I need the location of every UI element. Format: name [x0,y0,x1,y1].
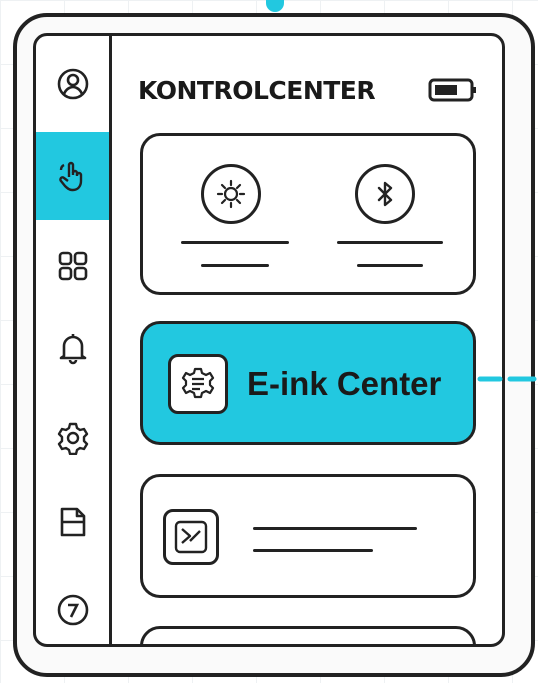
hand-pointer-icon [58,161,82,192]
help-circle-icon [57,594,88,626]
header: KONTROLCENTER [138,70,478,110]
row3-subtitle-line [253,549,373,552]
quick-toggles-card [140,133,476,295]
terminal-icon [174,520,208,554]
sidebar-item-apps[interactable] [36,236,109,296]
bluetooth-toggle[interactable] [355,164,415,224]
brightness-sublabel-line [201,264,269,267]
eink-settings-icon [181,367,215,399]
sidebar-item-help[interactable] [36,580,109,640]
eink-center-label: E-ink Center [247,365,442,402]
fourth-row-card[interactable] [140,626,476,644]
bluetooth-sublabel-line [357,264,423,267]
bell-icon [59,334,86,365]
screen: KONTROLCENTER E-ink Center [33,33,505,647]
sidebar-item-settings[interactable] [36,408,109,468]
grid-icon [58,251,87,281]
terminal-icon-box [163,509,219,565]
user-circle-icon [57,68,88,100]
sidebar-item-touch[interactable] [36,132,109,220]
gear-icon [57,422,88,455]
brightness-label-line [181,241,289,244]
page-title: KONTROLCENTER [138,75,376,105]
sidebar-item-notifications[interactable] [36,318,109,378]
bluetooth-icon [377,181,393,207]
sidebar-item-profile[interactable] [36,54,109,114]
sidebar-item-document[interactable] [36,492,109,552]
row3-title-line [253,527,417,530]
top-connector [266,0,284,12]
eink-settings-icon-box [168,354,228,414]
battery-icon [428,78,476,102]
document-icon [60,507,85,537]
sidebar [36,36,112,644]
eink-center-button[interactable]: E-ink Center [140,321,476,445]
bluetooth-label-line [337,241,443,244]
terminal-row-card[interactable] [140,474,476,598]
sun-icon [216,179,246,209]
brightness-toggle[interactable] [201,164,261,224]
right-connector [477,376,537,382]
